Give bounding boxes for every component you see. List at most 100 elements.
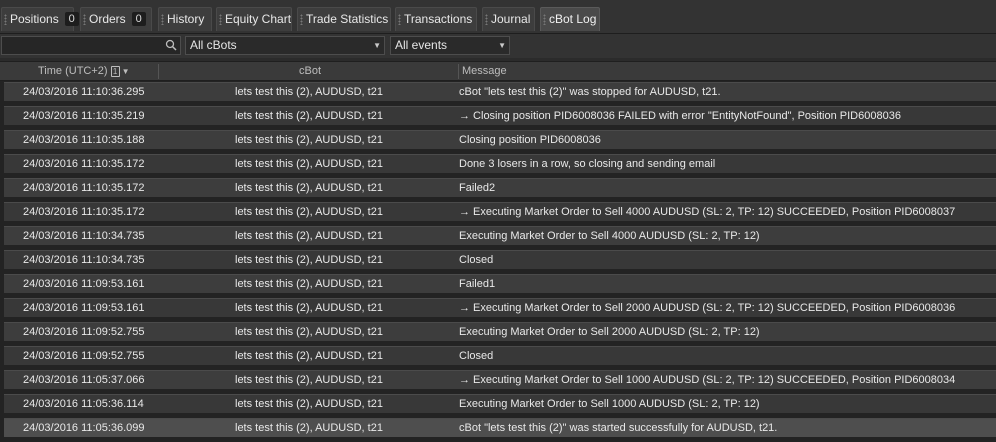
grip-icon	[300, 14, 303, 25]
cell-time: 24/03/2016 11:09:53.161	[23, 302, 145, 314]
column-header-cbot[interactable]: cBot	[299, 62, 321, 81]
grip-icon	[83, 14, 86, 25]
cell-cbot: lets test this (2), AUDUSD, t21	[235, 230, 383, 242]
cell-cbot: lets test this (2), AUDUSD, t21	[235, 326, 383, 338]
tab-label: Trade Statistics	[306, 12, 389, 26]
tab-label: Positions	[10, 12, 59, 26]
search-input[interactable]	[2, 37, 162, 54]
cell-time: 24/03/2016 11:10:35.219	[23, 110, 145, 122]
cell-cbot: lets test this (2), AUDUSD, t21	[235, 278, 383, 290]
tab-label: Orders	[89, 12, 126, 26]
grid-header: Time (UTC+2) 1 ▼ cBot Message	[0, 61, 996, 81]
cell-cbot: lets test this (2), AUDUSD, t21	[235, 206, 383, 218]
table-row[interactable]: 24/03/2016 11:10:34.735 lets test this (…	[4, 226, 996, 245]
cell-time: 24/03/2016 11:09:52.755	[23, 326, 145, 338]
tab-orders[interactable]: Orders 0	[80, 7, 152, 31]
cell-message: Closed	[459, 350, 494, 362]
cell-cbot: lets test this (2), AUDUSD, t21	[235, 254, 383, 266]
table-row[interactable]: 24/03/2016 11:10:36.295 lets test this (…	[4, 82, 996, 101]
cell-time: 24/03/2016 11:10:35.172	[23, 182, 145, 194]
table-row[interactable]: 24/03/2016 11:10:35.188 lets test this (…	[4, 130, 996, 149]
cell-message: Executing Market Order to Sell 2000 AUDU…	[459, 326, 760, 338]
column-title: cBot	[299, 65, 322, 77]
cell-message: → Executing Market Order to Sell 1000 AU…	[459, 374, 956, 386]
cell-time: 24/03/2016 11:05:36.114	[23, 398, 144, 410]
chevron-down-icon: ▼	[498, 41, 506, 50]
cell-cbot: lets test this (2), AUDUSD, t21	[235, 422, 383, 434]
cbot-filter-value: All cBots	[190, 38, 237, 52]
cell-time: 24/03/2016 11:10:35.188	[23, 134, 145, 146]
cell-cbot: lets test this (2), AUDUSD, t21	[235, 398, 383, 410]
column-divider[interactable]	[458, 64, 459, 79]
event-filter-value: All events	[395, 38, 448, 52]
cell-time: 24/03/2016 11:09:53.161	[23, 278, 145, 290]
cell-time: 24/03/2016 11:05:37.066	[23, 374, 145, 386]
tab-journal[interactable]: Journal	[482, 7, 535, 31]
tab-bar: Positions 0 Orders 0 History Equity Chart …	[0, 0, 996, 34]
column-header-message[interactable]: Message	[462, 62, 507, 81]
tab-label: History	[167, 12, 205, 26]
grip-icon	[4, 14, 7, 25]
cell-message: Failed1	[459, 278, 496, 290]
tab-label: Equity Chart	[225, 12, 292, 26]
table-row[interactable]: 24/03/2016 11:05:36.114 lets test this (…	[4, 394, 996, 413]
column-title: Time (UTC+2)	[38, 65, 108, 77]
table-row[interactable]: 24/03/2016 11:10:34.735 lets test this (…	[4, 250, 996, 269]
cell-time: 24/03/2016 11:09:52.755	[23, 350, 145, 362]
cell-time: 24/03/2016 11:10:35.172	[23, 206, 145, 218]
cell-cbot: lets test this (2), AUDUSD, t21	[235, 350, 383, 362]
cell-message: Executing Market Order to Sell 4000 AUDU…	[459, 230, 760, 242]
count-badge: 0	[64, 12, 79, 26]
cell-message: cBot "lets test this (2)" was stopped fo…	[459, 86, 721, 98]
tab-cbot-log[interactable]: cBot Log	[540, 7, 600, 31]
log-table: 24/03/2016 11:10:36.295 lets test this (…	[0, 81, 996, 442]
table-row[interactable]: 24/03/2016 11:10:35.172 lets test this (…	[4, 154, 996, 173]
grip-icon	[543, 14, 546, 25]
table-row[interactable]: 24/03/2016 11:10:35.219 lets test this (…	[4, 106, 996, 125]
search-icon[interactable]	[165, 39, 177, 51]
table-row[interactable]: 24/03/2016 11:05:37.066 lets test this (…	[4, 370, 996, 389]
column-divider[interactable]	[158, 64, 159, 79]
sort-desc-icon: ▼	[121, 67, 130, 76]
tab-positions[interactable]: Positions 0	[1, 7, 79, 31]
cell-time: 24/03/2016 11:10:34.735	[23, 254, 145, 266]
event-filter-select[interactable]: All events ▼	[390, 36, 510, 55]
column-title: Message	[462, 65, 507, 77]
cell-message: Closed	[459, 254, 494, 266]
cell-cbot: lets test this (2), AUDUSD, t21	[235, 158, 383, 170]
search-box	[1, 36, 181, 55]
cell-message: → Executing Market Order to Sell 4000 AU…	[459, 206, 956, 218]
table-row[interactable]: 24/03/2016 11:09:53.161 lets test this (…	[4, 298, 996, 317]
cell-cbot: lets test this (2), AUDUSD, t21	[235, 182, 383, 194]
table-row-selected[interactable]: 24/03/2016 11:05:36.099 lets test this (…	[4, 418, 996, 437]
cell-message: → Executing Market Order to Sell 2000 AU…	[459, 302, 956, 314]
table-row[interactable]: 24/03/2016 11:10:35.172 lets test this (…	[4, 178, 996, 197]
chevron-down-icon: ▼	[373, 41, 381, 50]
tab-history[interactable]: History	[158, 7, 212, 31]
cell-time: 24/03/2016 11:05:36.099	[23, 422, 145, 434]
grip-icon	[398, 14, 401, 25]
table-row[interactable]: 24/03/2016 11:09:53.161 lets test this (…	[4, 274, 996, 293]
cell-message: cBot "lets test this (2)" was started su…	[459, 422, 778, 434]
tab-label: Journal	[491, 12, 531, 26]
cell-time: 24/03/2016 11:10:36.295	[23, 86, 145, 98]
cell-cbot: lets test this (2), AUDUSD, t21	[235, 302, 383, 314]
grip-icon	[485, 14, 488, 25]
tab-transactions[interactable]: Transactions	[395, 7, 477, 31]
tab-equity-chart[interactable]: Equity Chart	[216, 7, 292, 31]
table-row[interactable]: 24/03/2016 11:09:52.755 lets test this (…	[4, 346, 996, 365]
cell-cbot: lets test this (2), AUDUSD, t21	[235, 134, 383, 146]
table-row[interactable]: 24/03/2016 11:09:52.755 lets test this (…	[4, 322, 996, 341]
column-header-time[interactable]: Time (UTC+2) 1 ▼	[38, 62, 130, 81]
cell-time: 24/03/2016 11:10:34.735	[23, 230, 145, 242]
cell-message: → Closing position PID6008036 FAILED wit…	[459, 110, 901, 122]
count-badge: 0	[131, 12, 146, 26]
cbot-filter-select[interactable]: All cBots ▼	[185, 36, 385, 55]
table-row[interactable]: 24/03/2016 11:10:35.172 lets test this (…	[4, 202, 996, 221]
cell-message: Closing position PID6008036	[459, 134, 601, 146]
cell-message: Executing Market Order to Sell 1000 AUDU…	[459, 398, 760, 410]
cell-cbot: lets test this (2), AUDUSD, t21	[235, 374, 383, 386]
grip-icon	[161, 14, 164, 25]
tab-trade-statistics[interactable]: Trade Statistics	[297, 7, 391, 31]
sort-index-badge: 1	[110, 66, 120, 77]
